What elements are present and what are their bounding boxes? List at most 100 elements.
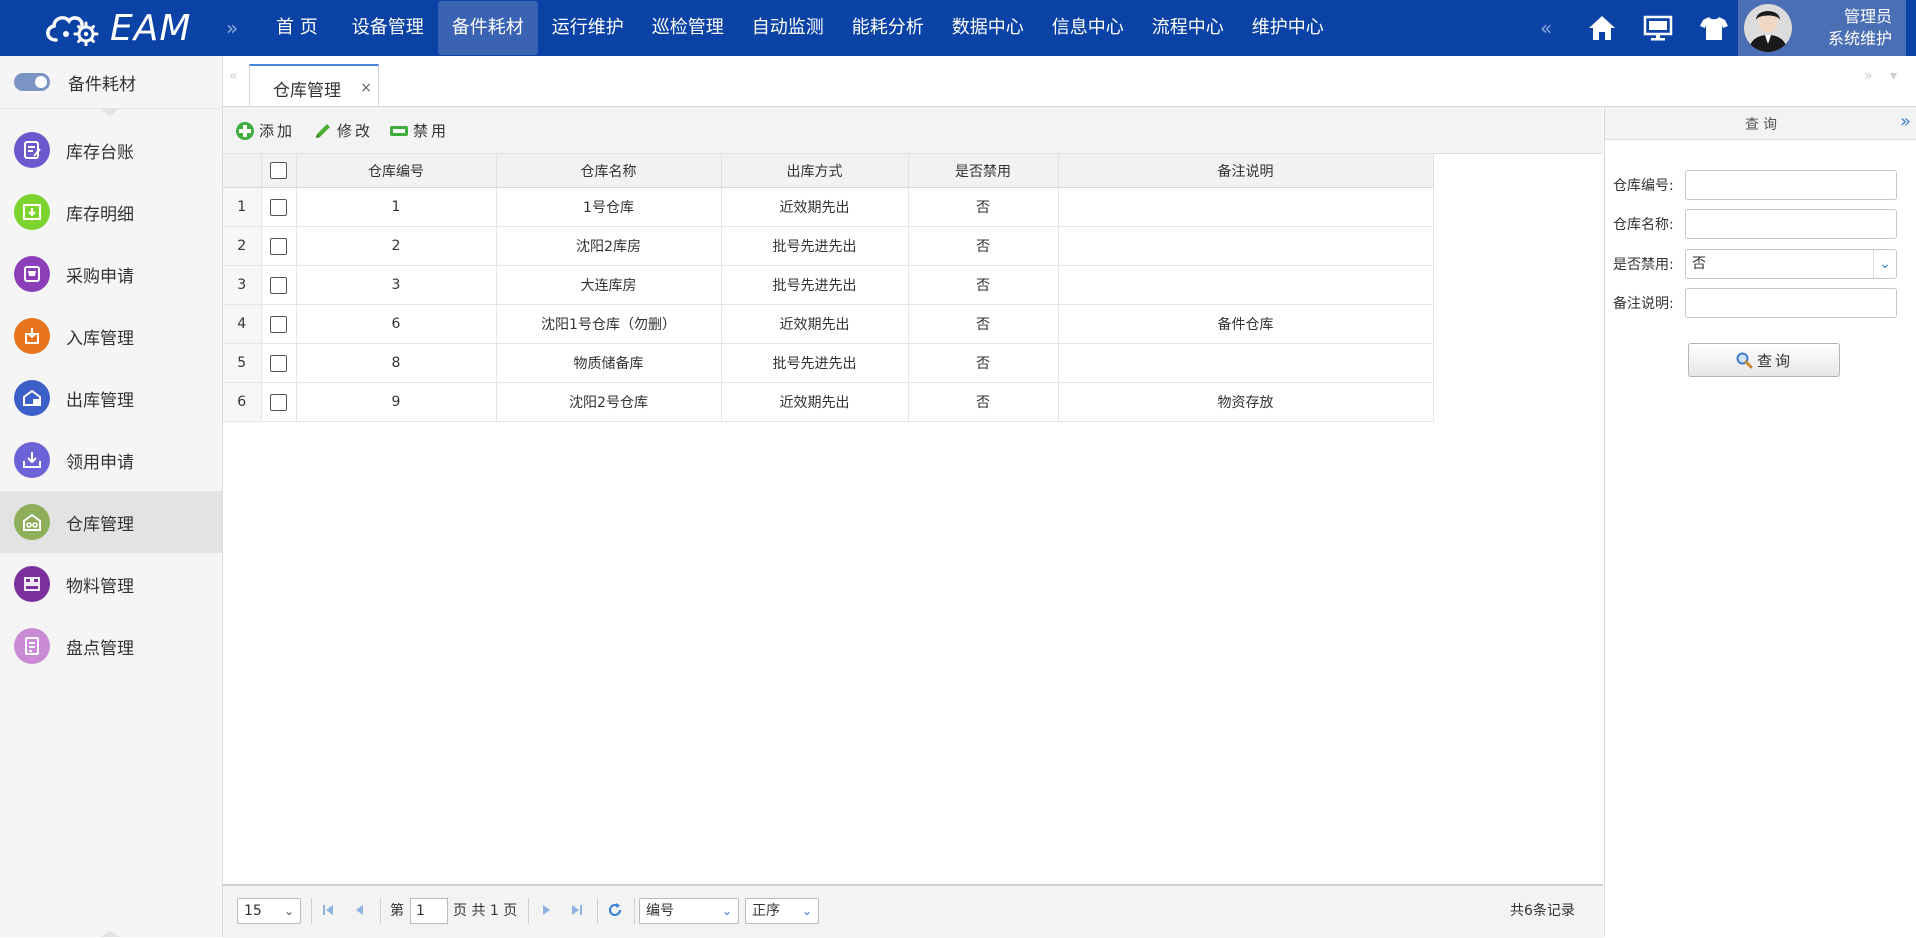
sidebar-item-requisition[interactable]: 领用申请	[0, 429, 222, 491]
query-label: 仓库编号:	[1613, 178, 1674, 194]
page-size-select[interactable]: 15 ⌄	[237, 898, 301, 924]
table-row[interactable]: 5 8 物质储备库 批号先进先出 否	[223, 343, 1434, 383]
column-header[interactable]: 备注说明	[1058, 154, 1434, 188]
query-label: 仓库名称:	[1613, 217, 1674, 233]
table-row[interactable]: 2 2 沈阳2库房 批号先进先出 否	[223, 226, 1434, 266]
column-header[interactable]: 是否禁用	[908, 154, 1059, 188]
nav-item-spare-parts[interactable]: 备件耗材	[437, 1, 538, 55]
disable-icon	[389, 121, 409, 141]
query-panel: 查询 » 仓库编号: 仓库名称: 是否禁用: 否 ⌄ 备注说明: 查询	[1604, 107, 1916, 937]
page-number-input[interactable]: 1	[410, 898, 448, 924]
sidebar-item-label: 采购申请	[66, 266, 134, 287]
tab-menu-chevron-down-icon[interactable]: ▾	[1890, 68, 1897, 84]
nav-item-equipment[interactable]: 设备管理	[338, 0, 438, 56]
row-checkbox[interactable]	[270, 315, 287, 333]
row-checkbox[interactable]	[270, 354, 287, 372]
tab-scroll-left-icon[interactable]: «	[229, 68, 238, 84]
sidebar-item-inventory-detail[interactable]: 库存明细	[0, 181, 222, 243]
cell-code: 6	[296, 304, 497, 344]
warehouse-code-input[interactable]	[1685, 170, 1897, 200]
tab-scroll-right-icon[interactable]: »	[1864, 68, 1873, 84]
row-select-cell	[261, 304, 297, 344]
nav-item-maintenance[interactable]: 维护中心	[1238, 0, 1338, 56]
sidebar-item-label: 库存明细	[66, 204, 134, 225]
top-navbar: EAM » 首 页 设备管理 备件耗材 运行维护 巡检管理 自动监测 能耗分析 …	[0, 0, 1916, 56]
collapse-panel-icon[interactable]: »	[1900, 111, 1911, 132]
next-page-icon[interactable]	[538, 901, 556, 919]
tab-warehouse-management[interactable]: 仓库管理 ×	[249, 64, 379, 106]
nav-item-home[interactable]: 首 页	[256, 0, 338, 56]
remark-input[interactable]	[1685, 288, 1897, 318]
user-menu[interactable]: 管理员 系统维护	[1738, 0, 1906, 56]
query-button[interactable]: 查询	[1688, 343, 1840, 377]
query-button-label: 查询	[1756, 351, 1793, 370]
column-header[interactable]: 出库方式	[721, 154, 909, 188]
refresh-icon[interactable]	[606, 901, 624, 919]
sort-order-select[interactable]: 正序 ⌄	[745, 898, 819, 924]
table-row[interactable]: 4 6 沈阳1号仓库（勿删） 近效期先出 否 备件仓库	[223, 304, 1434, 344]
total-records: 共6条记录	[1510, 903, 1575, 919]
sidebar-item-warehouse[interactable]: 仓库管理	[0, 491, 222, 553]
material-icon	[14, 566, 50, 602]
last-page-icon[interactable]	[568, 901, 586, 919]
row-checkbox[interactable]	[270, 237, 287, 255]
table-row[interactable]: 1 1 1号仓库 近效期先出 否	[223, 187, 1434, 227]
query-label: 备注说明:	[1613, 296, 1674, 312]
stock-out-icon	[14, 380, 50, 416]
sidebar-item-purchase-request[interactable]: 采购申请	[0, 243, 222, 305]
close-icon[interactable]: ×	[360, 80, 372, 96]
warehouse-name-input[interactable]	[1685, 209, 1897, 239]
prev-page-icon[interactable]	[350, 901, 368, 919]
purchase-icon	[14, 256, 50, 292]
column-header[interactable]: 仓库编号	[296, 154, 497, 188]
column-header[interactable]: 仓库名称	[496, 154, 722, 188]
nav-item-inspection[interactable]: 巡检管理	[638, 0, 738, 56]
sidebar-item-label: 盘点管理	[66, 638, 134, 659]
cell-method: 批号先进先出	[721, 343, 909, 383]
nav-item-workflow[interactable]: 流程中心	[1138, 0, 1238, 56]
nav-scroll-left-icon[interactable]: »	[226, 0, 238, 56]
nav-item-monitoring[interactable]: 自动监测	[738, 0, 838, 56]
cell-method: 批号先进先出	[721, 265, 909, 305]
first-page-icon[interactable]	[319, 901, 337, 919]
add-button[interactable]: 添加	[235, 120, 295, 141]
page-size-value: 15	[244, 903, 262, 919]
row-checkbox[interactable]	[270, 393, 287, 411]
row-number: 6	[223, 382, 262, 422]
cell-disabled: 否	[908, 226, 1059, 266]
sort-field-select[interactable]: 编号 ⌄	[639, 898, 739, 924]
query-row-code: 仓库编号:	[1613, 170, 1897, 200]
sidebar-item-stocktake[interactable]: 盘点管理	[0, 615, 222, 677]
sidebar-item-inventory-ledger[interactable]: 库存台账	[0, 119, 222, 181]
nav-scroll-right-icon[interactable]: «	[1540, 0, 1552, 56]
logo[interactable]: EAM	[42, 6, 191, 50]
tab-strip: « 仓库管理 × » ▾	[223, 56, 1916, 107]
tshirt-icon[interactable]	[1686, 0, 1742, 56]
disabled-select[interactable]: 否 ⌄	[1685, 249, 1897, 279]
nav-item-info-center[interactable]: 信息中心	[1038, 0, 1138, 56]
cell-code: 9	[296, 382, 497, 422]
select-all-checkbox[interactable]	[270, 162, 287, 179]
sidebar-item-stock-out[interactable]: 出库管理	[0, 367, 222, 429]
sidebar-item-stock-in[interactable]: 入库管理	[0, 305, 222, 367]
table-row[interactable]: 3 3 大连库房 批号先进先出 否	[223, 265, 1434, 305]
monitor-icon[interactable]	[1630, 0, 1686, 56]
row-checkbox[interactable]	[270, 198, 287, 216]
table-row[interactable]: 6 9 沈阳2号仓库 近效期先出 否 物资存放	[223, 382, 1434, 422]
cell-disabled: 否	[908, 382, 1059, 422]
home-icon[interactable]	[1574, 0, 1630, 56]
row-checkbox[interactable]	[270, 276, 287, 294]
cell-disabled: 否	[908, 265, 1059, 305]
ledger-icon	[14, 132, 50, 168]
nav-item-operation[interactable]: 运行维护	[538, 0, 638, 56]
requisition-icon	[14, 442, 50, 478]
disable-button[interactable]: 禁用	[389, 120, 449, 141]
sidebar-item-label: 库存台账	[66, 142, 134, 163]
page-label-prefix: 第	[390, 903, 404, 919]
nav-item-energy[interactable]: 能耗分析	[838, 0, 938, 56]
sidebar-item-material[interactable]: 物料管理	[0, 553, 222, 615]
sidebar-bottom-notch	[100, 931, 120, 937]
sidebar-toggle[interactable]	[14, 73, 50, 91]
nav-item-data-center[interactable]: 数据中心	[938, 0, 1038, 56]
edit-button[interactable]: 修改	[313, 120, 373, 141]
